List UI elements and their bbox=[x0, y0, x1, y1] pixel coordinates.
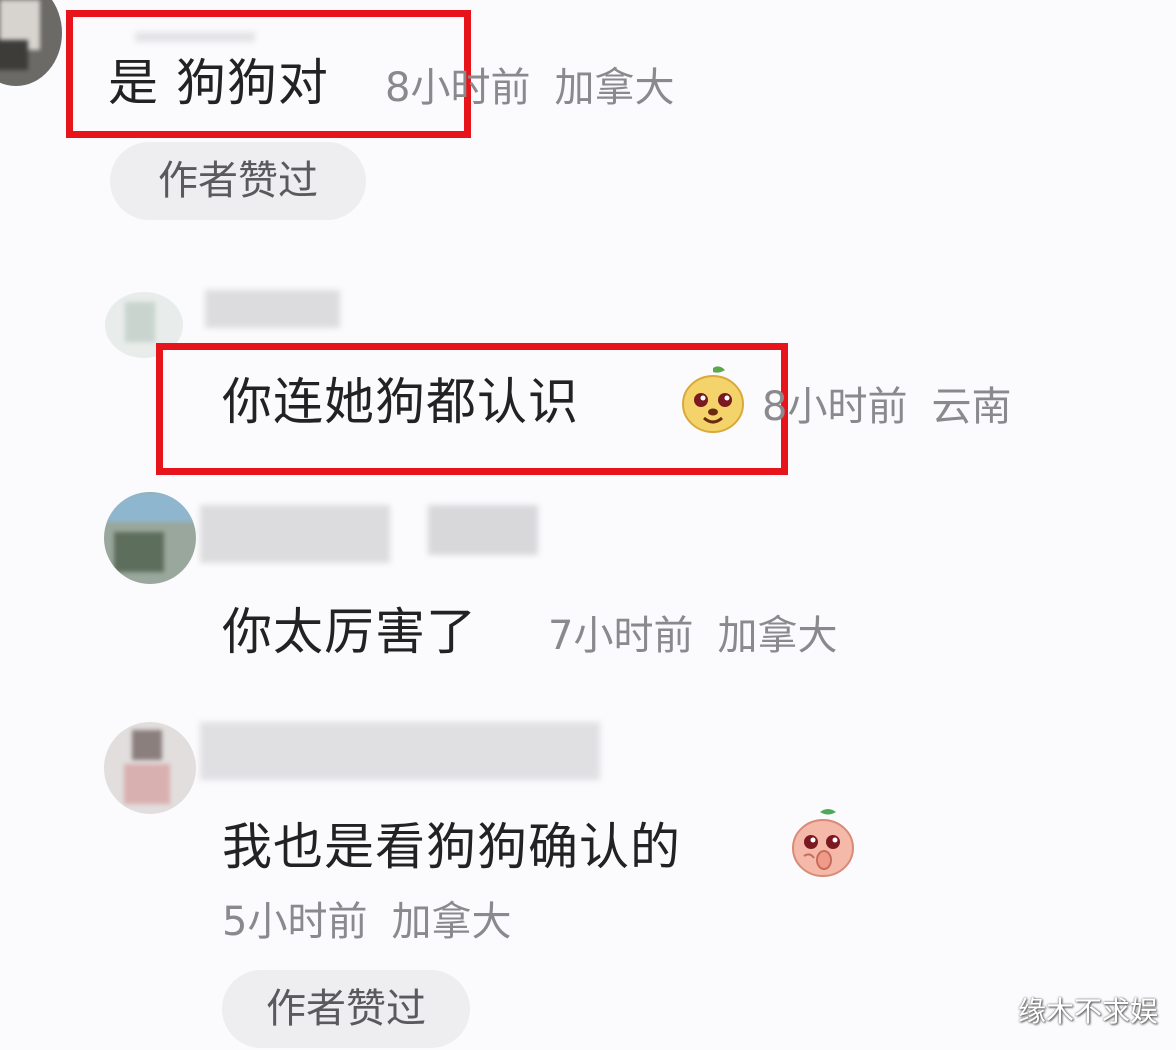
watermark: 缘木不求娱 bbox=[1017, 995, 1158, 1028]
avatar[interactable] bbox=[104, 722, 196, 814]
blurred-username bbox=[200, 505, 390, 563]
comment-text: 我也是看狗狗确认的 bbox=[222, 822, 681, 872]
comment-text-content: 我也是看狗狗确认的 bbox=[222, 818, 681, 876]
author-liked-badge: 作者赞过 bbox=[110, 142, 366, 220]
comment-location: 加拿大 bbox=[717, 613, 838, 659]
peach-face-emoji bbox=[790, 806, 856, 878]
dog-face-emoji bbox=[680, 364, 746, 434]
comment-location: 云南 bbox=[931, 384, 1012, 430]
comment-text: 你连她狗都认识 bbox=[222, 377, 579, 427]
avatar[interactable] bbox=[104, 492, 196, 584]
comment-time: 8小时前 bbox=[762, 384, 908, 430]
comment-time: 7小时前 bbox=[548, 613, 694, 659]
comment-text: 是 狗狗对 bbox=[108, 54, 329, 112]
blurred-username bbox=[205, 290, 340, 328]
comment-meta: 5小时前 加拿大 bbox=[222, 902, 511, 942]
comment-location: 加拿大 bbox=[391, 899, 512, 945]
comment-time: 8小时前 bbox=[385, 65, 531, 111]
comment-time: 5小时前 bbox=[222, 899, 368, 945]
comment-meta: 8小时前 云南 bbox=[762, 387, 1011, 427]
comment-meta: 7小时前 加拿大 bbox=[548, 616, 837, 656]
author-liked-badge: 作者赞过 bbox=[222, 970, 470, 1048]
comment-location: 加拿大 bbox=[554, 65, 675, 111]
avatar[interactable] bbox=[0, 0, 62, 86]
comment-text: 你太厉害了 bbox=[222, 603, 477, 661]
blurred-username bbox=[200, 722, 600, 780]
blurred-username bbox=[428, 505, 538, 555]
comment-meta: 8小时前 加拿大 bbox=[385, 68, 674, 108]
comment-text-content: 你连她狗都认识 bbox=[222, 373, 579, 431]
